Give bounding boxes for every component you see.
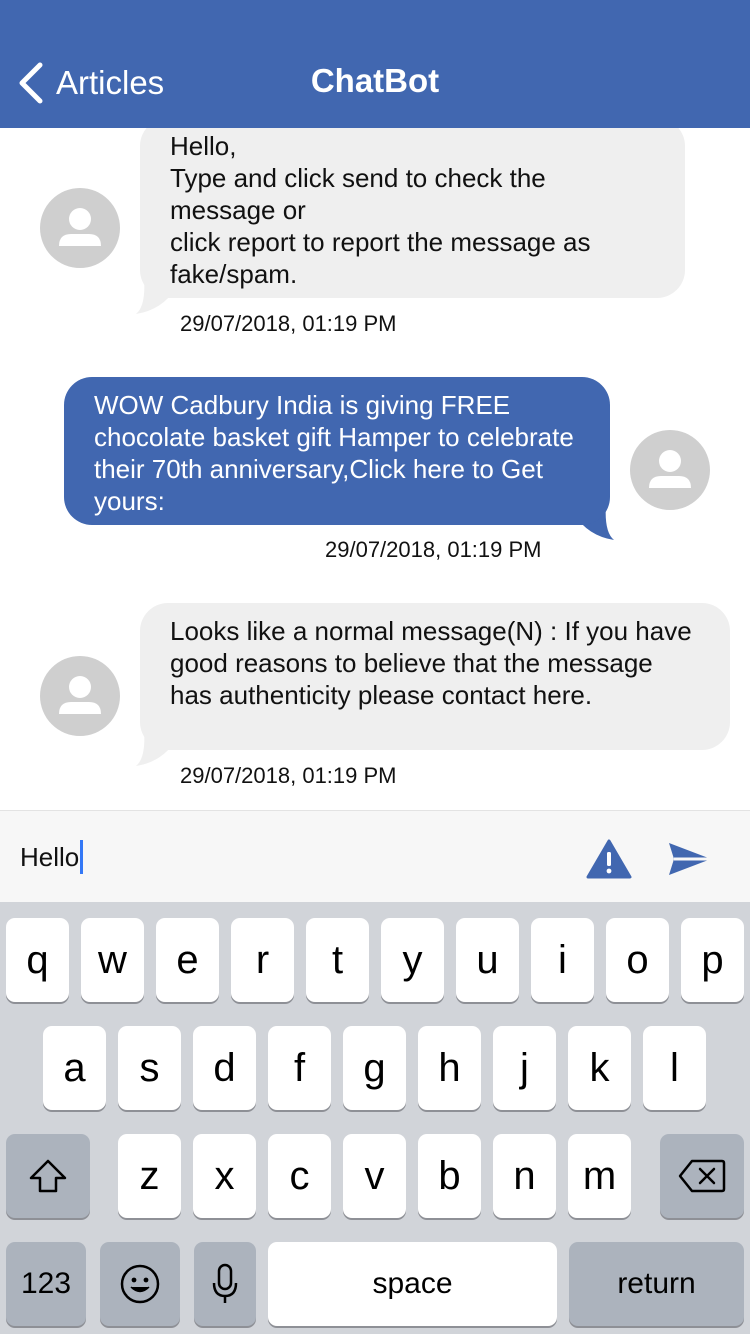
key-s[interactable]: s: [118, 1026, 181, 1110]
bot-avatar: [40, 656, 120, 736]
microphone-icon: [212, 1263, 238, 1303]
numbers-key[interactable]: 123: [6, 1242, 86, 1326]
key-f[interactable]: f: [268, 1026, 331, 1110]
key-r[interactable]: r: [231, 918, 294, 1002]
message-timestamp: 29/07/2018, 01:19 PM: [325, 537, 542, 562]
user-silhouette-icon: [59, 676, 101, 714]
message-input[interactable]: Hello: [20, 837, 560, 877]
backspace-icon: [678, 1159, 726, 1193]
key-c[interactable]: c: [268, 1134, 331, 1218]
incoming-message-bubble: Hello, Type and click send to check the …: [140, 128, 685, 298]
shift-arrow-icon: [29, 1159, 67, 1193]
key-l[interactable]: l: [643, 1026, 706, 1110]
on-screen-keyboard: q w e r t y u i o p a s d f g h j k l z …: [0, 902, 750, 1334]
key-b[interactable]: b: [418, 1134, 481, 1218]
return-key[interactable]: return: [569, 1242, 744, 1326]
key-d[interactable]: d: [193, 1026, 256, 1110]
warning-icon[interactable]: [586, 839, 632, 879]
key-p[interactable]: p: [681, 918, 744, 1002]
message-composer: Hello: [0, 810, 750, 902]
key-z[interactable]: z: [118, 1134, 181, 1218]
smiley-icon: [120, 1264, 160, 1304]
key-o[interactable]: o: [606, 918, 669, 1002]
key-u[interactable]: u: [456, 918, 519, 1002]
incoming-message-bubble: Looks like a normal message(N) : If you …: [140, 603, 730, 750]
page-title: ChatBot: [310, 62, 440, 99]
message-text: Hello, Type and click send to check the …: [170, 131, 591, 289]
key-e[interactable]: e: [156, 918, 219, 1002]
key-w[interactable]: w: [81, 918, 144, 1002]
message-text: WOW Cadbury India is giving FREE chocola…: [94, 390, 574, 516]
key-h[interactable]: h: [418, 1026, 481, 1110]
outgoing-message-bubble: WOW Cadbury India is giving FREE chocola…: [64, 377, 610, 525]
shift-key[interactable]: [6, 1134, 90, 1218]
key-q[interactable]: q: [6, 918, 69, 1002]
key-a[interactable]: a: [43, 1026, 106, 1110]
chat-message-list[interactable]: Hello, Type and click send to check the …: [0, 128, 750, 810]
user-silhouette-icon: [649, 450, 691, 488]
user-silhouette-icon: [59, 208, 101, 246]
key-y[interactable]: y: [381, 918, 444, 1002]
key-k[interactable]: k: [568, 1026, 631, 1110]
space-key[interactable]: space: [268, 1242, 557, 1326]
backspace-key[interactable]: [660, 1134, 744, 1218]
key-n[interactable]: n: [493, 1134, 556, 1218]
message-text: Looks like a normal message(N) : If you …: [170, 616, 692, 710]
navigation-bar: Articles ChatBot: [0, 0, 750, 128]
key-t[interactable]: t: [306, 918, 369, 1002]
dictation-key[interactable]: [194, 1242, 256, 1326]
key-j[interactable]: j: [493, 1026, 556, 1110]
bot-avatar: [40, 188, 120, 268]
emoji-key[interactable]: [100, 1242, 180, 1326]
message-timestamp: 29/07/2018, 01:19 PM: [180, 763, 397, 788]
text-caret: [80, 840, 84, 874]
message-timestamp: 29/07/2018, 01:19 PM: [180, 311, 397, 336]
key-g[interactable]: g: [343, 1026, 406, 1110]
message-input-value: Hello: [20, 841, 80, 872]
send-icon[interactable]: [668, 841, 712, 877]
key-m[interactable]: m: [568, 1134, 631, 1218]
user-avatar: [630, 430, 710, 510]
key-v[interactable]: v: [343, 1134, 406, 1218]
key-x[interactable]: x: [193, 1134, 256, 1218]
key-i[interactable]: i: [531, 918, 594, 1002]
